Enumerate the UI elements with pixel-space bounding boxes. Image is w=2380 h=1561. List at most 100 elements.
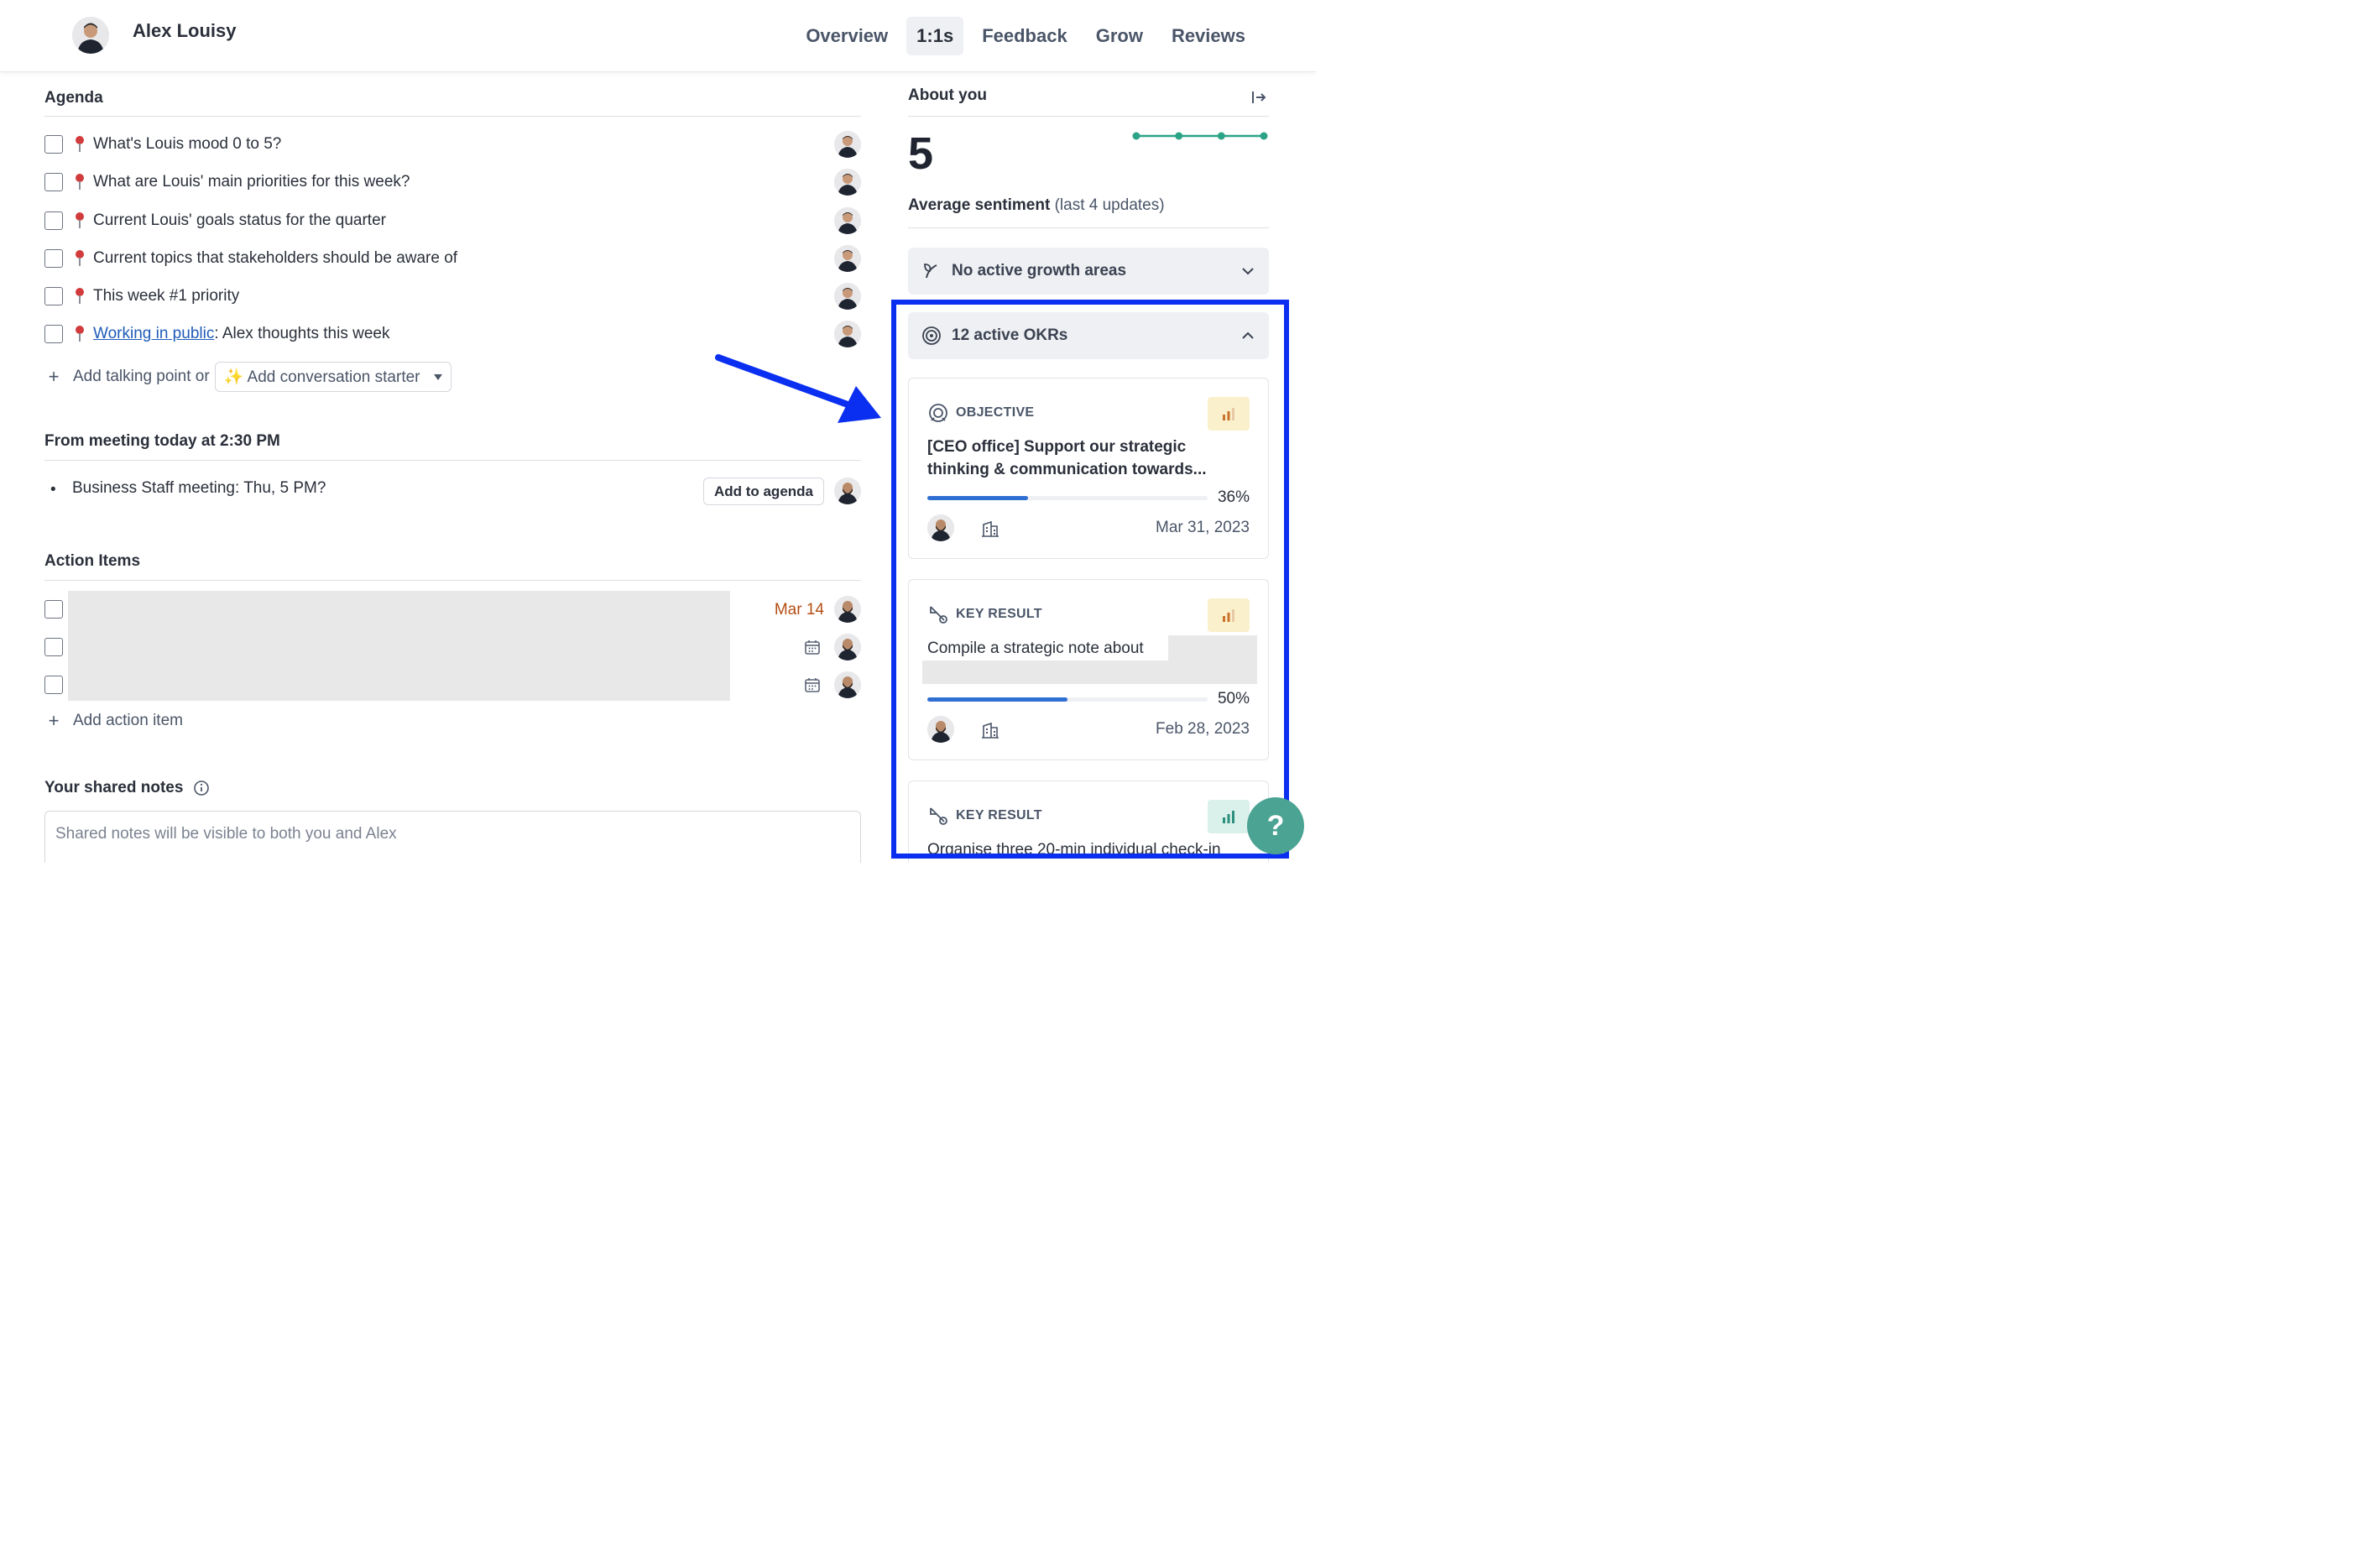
okr-card-objective[interactable]: OBJECTIVE [CEO office] Support our strat… [908, 378, 1269, 559]
redacted-okr-text [922, 660, 1257, 684]
shared-notes-title: Your shared notes [44, 779, 210, 797]
sentiment-sparkline [1132, 132, 1268, 140]
agenda-checkbox[interactable] [44, 173, 63, 191]
owner-avatar [834, 245, 861, 272]
okrs-accordion[interactable]: 12 active OKRs [908, 312, 1269, 359]
plus-icon[interactable]: + [44, 710, 63, 732]
okr-progress-bar [927, 697, 1208, 702]
target-icon [922, 326, 941, 345]
okr-progress-bar [927, 496, 1208, 500]
add-action-item-button[interactable]: Add action item [73, 712, 183, 730]
agenda-item-text[interactable]: What's Louis mood 0 to 5? [93, 135, 281, 154]
agenda-item-suffix: : Alex thoughts this week [214, 325, 390, 342]
assignee-avatar[interactable] [834, 634, 861, 660]
owner-avatar [834, 478, 861, 504]
plus-icon[interactable]: + [44, 366, 63, 388]
help-button[interactable]: ? [1247, 797, 1304, 854]
add-to-agenda-button[interactable]: Add to agenda [702, 478, 824, 505]
calendar-icon[interactable] [804, 639, 821, 655]
agenda-item-text[interactable]: This week #1 priority [93, 287, 239, 305]
agenda-divider [44, 116, 861, 117]
assignee-avatar[interactable] [834, 596, 861, 623]
action-checkbox[interactable] [44, 600, 63, 619]
okr-status-badge [1208, 598, 1250, 632]
agenda-checkbox[interactable] [44, 249, 63, 268]
sparkline-point [1132, 132, 1140, 140]
assignee-avatar[interactable] [834, 671, 861, 698]
top-header: Alex Louisy Overview 1:1s Feedback Grow … [0, 0, 1316, 72]
okrs-label: 12 active OKRs [952, 326, 1068, 344]
agenda-checkbox[interactable] [44, 325, 63, 343]
agenda-title: Agenda [44, 89, 103, 107]
action-checkbox[interactable] [44, 676, 63, 694]
okr-owner-avatar [927, 514, 954, 541]
okr-progress-pct: 50% [1217, 690, 1250, 707]
bar-chart-icon [1223, 811, 1234, 823]
key-result-icon [930, 807, 947, 825]
okr-kind-label: KEY RESULT [956, 607, 1042, 621]
add-talking-point-button[interactable]: Add talking point or [73, 368, 210, 386]
agenda-item-text[interactable]: Current Louis' goals status for the quar… [93, 211, 386, 230]
agenda-checkbox[interactable] [44, 287, 63, 305]
bullet: • [50, 481, 56, 499]
agenda-checkbox[interactable] [44, 211, 63, 230]
info-icon[interactable] [193, 780, 210, 796]
calendar-icon[interactable] [804, 676, 821, 693]
okr-card-key-result[interactable]: KEY RESULT Organise three 20-min individ… [908, 780, 1269, 863]
okr-kind: KEY RESULT [927, 805, 1042, 827]
user-avatar[interactable] [72, 17, 109, 54]
agenda-item-text: Working in public: Alex thoughts this we… [93, 325, 389, 343]
add-conversation-starter-button[interactable]: ✨ Add conversation starter [214, 362, 451, 392]
avg-sentiment-text: Average sentiment [908, 196, 1051, 214]
avg-sentiment-sub: (last 4 updates) [1054, 196, 1165, 214]
okr-due-date: Mar 31, 2023 [1156, 519, 1250, 536]
action-items-divider [44, 580, 861, 581]
annotation-arrow-icon [715, 354, 881, 423]
tab-reviews[interactable]: Reviews [1161, 17, 1255, 55]
meeting-item: • Business Staff meeting: Thu, 5 PM? Add… [44, 474, 861, 508]
action-checkbox[interactable] [44, 638, 63, 656]
shared-notes-box [44, 811, 861, 863]
sparkline-point [1217, 132, 1225, 140]
building-icon [982, 520, 999, 537]
bar-chart-icon [1223, 609, 1234, 622]
collapse-panel-icon[interactable] [1249, 87, 1269, 107]
growth-areas-accordion[interactable]: No active growth areas [908, 248, 1269, 295]
shared-notes-input[interactable] [55, 825, 850, 859]
pin-icon [76, 212, 84, 228]
tab-1on1s[interactable]: 1:1s [906, 17, 964, 55]
action-item [44, 630, 861, 664]
sparkline-point [1260, 132, 1268, 140]
agenda-item-text[interactable]: What are Louis' main priorities for this… [93, 173, 410, 191]
about-divider [908, 116, 1269, 117]
agenda-item: This week #1 priority [44, 279, 861, 313]
owner-avatar [834, 169, 861, 196]
okr-progress-pct: 36% [1217, 488, 1250, 506]
tab-overview[interactable]: Overview [796, 17, 898, 55]
due-date[interactable]: Mar 14 [775, 601, 824, 619]
sparkline-point [1175, 132, 1183, 140]
meeting-title: From meeting today at 2:30 PM [44, 432, 280, 450]
help-icon: ? [1266, 809, 1285, 842]
meeting-item-text: Business Staff meeting: Thu, 5 PM? [72, 479, 326, 497]
tab-grow[interactable]: Grow [1086, 17, 1153, 55]
agenda-item: Working in public: Alex thoughts this we… [44, 317, 861, 351]
okr-kind-label: KEY RESULT [956, 808, 1042, 822]
user-name: Alex Louisy [133, 20, 237, 41]
owner-avatar [834, 321, 861, 347]
agenda-checkbox[interactable] [44, 135, 63, 154]
tab-feedback[interactable]: Feedback [972, 17, 1078, 55]
agenda-item: What are Louis' main priorities for this… [44, 165, 861, 199]
agenda-item: What's Louis mood 0 to 5? [44, 128, 861, 161]
pin-icon [76, 288, 84, 304]
okr-card-key-result[interactable]: KEY RESULT Compile a strategic note abou… [908, 579, 1269, 760]
building-icon [982, 722, 999, 739]
owner-avatar [834, 283, 861, 310]
working-in-public-link[interactable]: Working in public [93, 325, 214, 342]
agenda-item-text[interactable]: Current topics that stakeholders should … [93, 249, 457, 268]
pin-icon [76, 250, 84, 266]
pin-icon [76, 326, 84, 342]
okr-due-date: Feb 28, 2023 [1156, 720, 1250, 738]
owner-avatar [834, 207, 861, 234]
okr-status-badge [1208, 397, 1250, 431]
